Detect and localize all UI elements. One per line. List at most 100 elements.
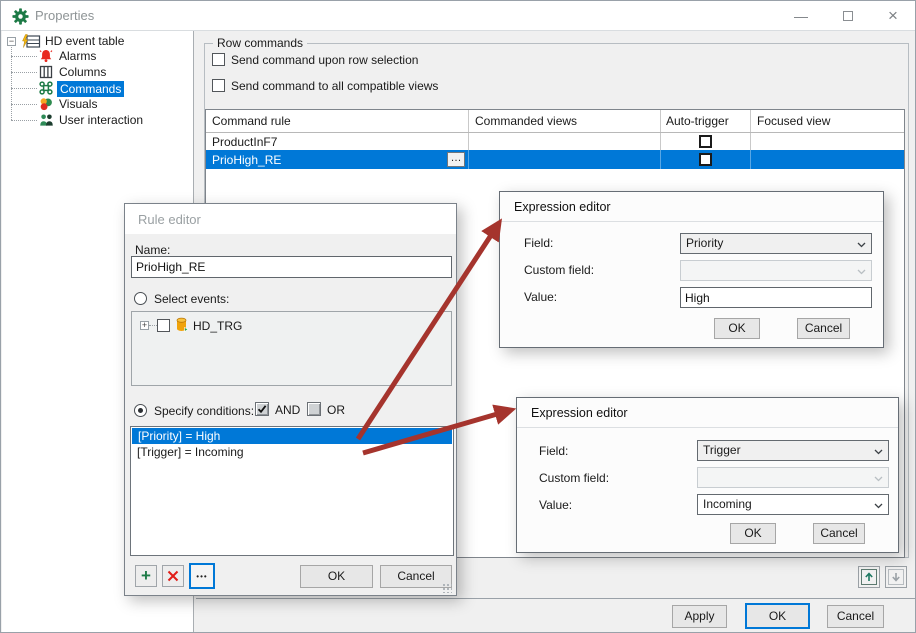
or-checkbox[interactable]: [307, 402, 321, 416]
event-item-label[interactable]: HD_TRG: [193, 319, 242, 333]
commanded-views-cell[interactable]: [469, 133, 661, 150]
column-header-focused-view[interactable]: Focused view: [751, 110, 904, 132]
expression-editor-priority-dialog: Expression editor Field: Priority Custom…: [499, 191, 884, 348]
tree-connector: [11, 104, 37, 105]
events-tree-box[interactable]: + HD_TRG: [131, 311, 452, 386]
event-source-icon: [176, 317, 189, 333]
send-on-row-selection-label: Send command upon row selection: [231, 53, 419, 67]
select-events-label: Select events:: [154, 292, 230, 306]
sidebar-item-commands[interactable]: Commands: [57, 81, 125, 97]
gear-icon: [12, 8, 29, 25]
rule-editor-dialog: Rule editor Name: Select events: + HD_TR…: [124, 203, 457, 596]
field-value: Priority: [686, 236, 724, 250]
apply-button[interactable]: Apply: [672, 605, 727, 628]
command-rule-cell[interactable]: PrioHigh_RE …: [206, 150, 469, 169]
column-header-command-rule[interactable]: Command rule: [206, 110, 469, 132]
table-row[interactable]: ProductInF7: [206, 133, 904, 150]
expand-icon[interactable]: +: [140, 321, 149, 330]
tree-connector: [11, 47, 12, 120]
field-dropdown[interactable]: Priority: [680, 233, 872, 254]
select-events-radio[interactable]: [134, 292, 147, 305]
tree-root-hd-event-table[interactable]: HD event table: [45, 33, 124, 49]
field-value: Trigger: [703, 443, 741, 457]
custom-field-label: Custom field:: [539, 471, 610, 485]
table-row-selected[interactable]: PrioHigh_RE …: [206, 150, 904, 169]
tree-connector: [11, 56, 37, 57]
column-header-commanded-views[interactable]: Commanded views: [469, 110, 661, 132]
value-dropdown[interactable]: Incoming: [697, 494, 889, 515]
value-label: Value:: [524, 290, 558, 304]
move-up-button[interactable]: [858, 566, 880, 588]
commanded-views-cell[interactable]: [469, 150, 661, 169]
auto-trigger-checkbox[interactable]: [699, 153, 712, 166]
expression-editor-title: Expression editor: [514, 200, 611, 214]
properties-window: Properties — × − HD event table Alarms C…: [0, 0, 916, 633]
specify-conditions-radio[interactable]: [134, 404, 147, 417]
condition-item[interactable]: [Trigger] = Incoming: [131, 444, 453, 460]
chevron-down-icon: [857, 242, 866, 248]
conditions-list[interactable]: [Priority] = High [Trigger] = Incoming: [130, 426, 454, 556]
ok-button[interactable]: OK: [745, 603, 810, 629]
move-down-button[interactable]: [885, 566, 907, 588]
maximize-icon: [843, 10, 853, 21]
add-condition-button[interactable]: +: [135, 565, 157, 587]
field-label: Field:: [524, 236, 554, 250]
resize-grip[interactable]: [442, 583, 452, 593]
close-icon: ×: [888, 5, 898, 25]
minimize-button[interactable]: —: [784, 1, 818, 30]
send-all-compatible-views-checkbox[interactable]: [212, 79, 225, 92]
window-title: Properties: [35, 8, 95, 23]
user-interaction-icon: [40, 114, 53, 126]
value-value: Incoming: [703, 497, 752, 511]
columns-icon: [39, 65, 53, 79]
field-dropdown[interactable]: Trigger: [697, 440, 889, 461]
and-label: AND: [275, 403, 301, 417]
edit-rule-ellipsis-button[interactable]: …: [447, 152, 465, 167]
sidebar-item-user-interaction[interactable]: User interaction: [59, 112, 143, 128]
value-input[interactable]: [680, 287, 872, 308]
cancel-button[interactable]: Cancel: [827, 605, 884, 628]
chevron-down-icon: [874, 476, 883, 482]
and-checkbox[interactable]: [255, 402, 269, 416]
sidebar-item-visuals[interactable]: Visuals: [59, 96, 97, 112]
maximize-button[interactable]: [831, 1, 865, 30]
auto-trigger-checkbox[interactable]: [699, 135, 712, 148]
sidebar-item-columns[interactable]: Columns: [59, 64, 106, 80]
custom-field-label: Custom field:: [524, 263, 595, 277]
expression-ok-button[interactable]: OK: [730, 523, 776, 544]
arrow-down-icon: [892, 573, 900, 582]
rule-editor-ok-button[interactable]: OK: [300, 565, 373, 588]
tree-connector: [11, 72, 37, 73]
column-header-auto-trigger[interactable]: Auto-trigger: [661, 110, 751, 132]
or-label: OR: [327, 403, 345, 417]
expand-collapse-icon[interactable]: −: [7, 37, 16, 46]
command-rule-cell[interactable]: ProductInF7: [206, 133, 469, 150]
send-all-compatible-views-label: Send command to all compatible views: [231, 79, 439, 93]
delete-condition-button[interactable]: [162, 565, 184, 587]
condition-item-selected[interactable]: [Priority] = High: [132, 428, 452, 444]
custom-field-dropdown: [680, 260, 872, 281]
auto-trigger-cell[interactable]: [661, 133, 751, 150]
auto-trigger-cell[interactable]: [661, 150, 751, 169]
delete-x-icon: [167, 570, 179, 582]
field-label: Field:: [539, 444, 569, 458]
chevron-down-icon: [874, 449, 883, 455]
expression-cancel-button[interactable]: Cancel: [813, 523, 865, 544]
expression-cancel-button[interactable]: Cancel: [797, 318, 850, 339]
focused-view-cell[interactable]: [751, 150, 904, 169]
group-title: Row commands: [213, 36, 308, 50]
expression-ok-button[interactable]: OK: [714, 318, 760, 339]
rule-editor-title: Rule editor: [138, 212, 201, 227]
focused-view-cell[interactable]: [751, 133, 904, 150]
command-rule-value: PrioHigh_RE: [212, 152, 282, 167]
event-item-checkbox[interactable]: [157, 319, 170, 332]
specify-conditions-label: Specify conditions:: [154, 404, 255, 418]
send-on-row-selection-checkbox[interactable]: [212, 53, 225, 66]
more-options-button[interactable]: •••: [189, 563, 215, 589]
plus-icon: +: [141, 566, 151, 585]
rule-name-input[interactable]: [131, 256, 452, 278]
close-button[interactable]: ×: [876, 1, 910, 30]
sidebar-item-alarms[interactable]: Alarms: [59, 48, 96, 64]
tree-connector: [11, 88, 37, 89]
commands-icon: [39, 81, 53, 95]
